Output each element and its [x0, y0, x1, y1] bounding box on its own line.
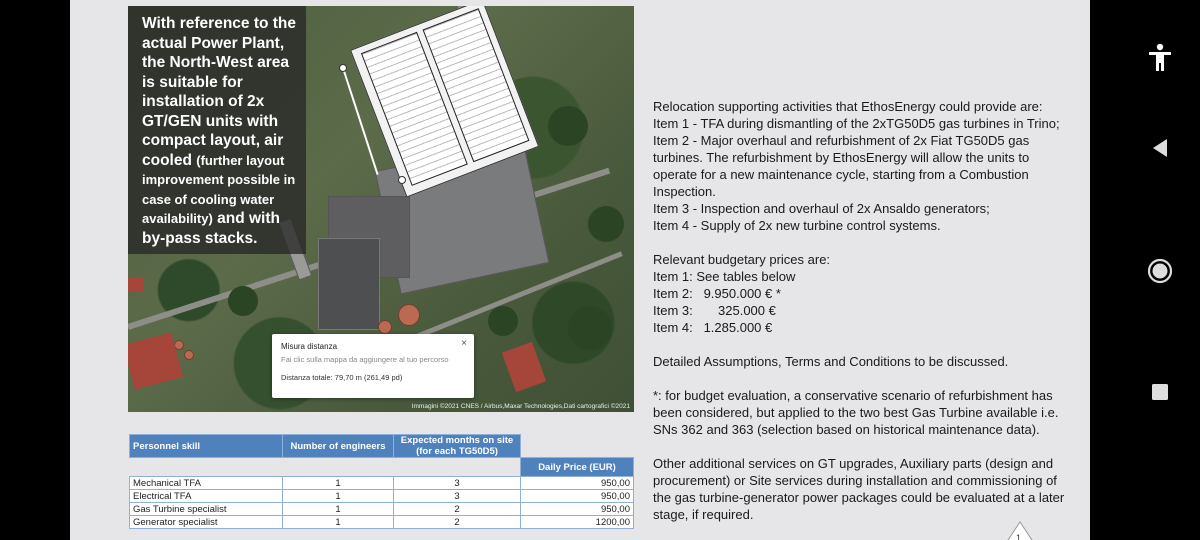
- desc-assumptions: Detailed Assumptions, Terms and Conditio…: [653, 354, 1009, 369]
- overlay-text-main: With reference to the actual Power Plant…: [142, 15, 297, 169]
- measure-distance-popup: × Misura distanza Fai clic sulla mappa d…: [272, 334, 474, 398]
- measure-popup-title: Misura distanza: [281, 342, 338, 351]
- table-header: Expected months on site (for each TG50D5…: [393, 434, 521, 458]
- back-button[interactable]: [1120, 134, 1200, 162]
- table-header: Personnel skill: [129, 434, 283, 458]
- desc-footnote: *: for budget evaluation, a conservative…: [653, 388, 1059, 437]
- desc-price1: Item 1: See tables below: [653, 269, 796, 284]
- accessibility-icon: [1149, 43, 1171, 71]
- table-cell: 1200,00: [520, 515, 634, 529]
- page-number-badge: 1: [1000, 520, 1040, 540]
- measure-popup-hint: Fai clic sulla mappa da aggiungere al tu…: [281, 355, 449, 364]
- desc-prices-title: Relevant budgetary prices are:: [653, 252, 831, 267]
- measure-point-start[interactable]: [339, 64, 347, 72]
- map-credit: Immagini ©2021 CNES / Airbus,Maxar Techn…: [411, 403, 630, 410]
- personnel-table: Personnel skill Number of engineers Expe…: [129, 434, 634, 529]
- table-cell: 1: [282, 476, 394, 490]
- accessibility-button[interactable]: [1120, 40, 1200, 76]
- table-cell: 950,00: [520, 476, 634, 490]
- table-row: Mechanical TFA 1 3 950,00: [129, 476, 634, 490]
- table-row: Generator specialist 1 2 1200,00: [129, 515, 634, 529]
- desc-price3: Item 3: 325.000 €: [653, 303, 776, 318]
- table-cell: Mechanical TFA: [129, 476, 283, 490]
- document-viewer: With reference to the actual Power Plant…: [0, 0, 1120, 540]
- desc-price2: Item 2: 9.950.000 € *: [653, 286, 781, 301]
- table-cell: 2: [393, 502, 521, 516]
- recents-icon: [1152, 384, 1168, 400]
- table-cell: 2: [393, 515, 521, 529]
- table-header: Daily Price (EUR): [520, 457, 634, 477]
- table-row: Electrical TFA 1 3 950,00: [129, 489, 634, 503]
- home-icon: [1147, 258, 1173, 284]
- table-cell: 3: [393, 476, 521, 490]
- desc-price4: Item 4: 1.285.000 €: [653, 320, 773, 335]
- home-button[interactable]: [1120, 254, 1200, 288]
- table-cell: 1: [282, 489, 394, 503]
- slide-page: With reference to the actual Power Plant…: [70, 0, 1090, 540]
- table-cell: 950,00: [520, 489, 634, 503]
- table-cell: 950,00: [520, 502, 634, 516]
- table-cell: Electrical TFA: [129, 489, 283, 503]
- page-number: 1: [1016, 533, 1022, 540]
- desc-item2: Item 2 - Major overhaul and refurbishmen…: [653, 133, 1030, 199]
- table-cell: Gas Turbine specialist: [129, 502, 283, 516]
- measure-popup-total: Distanza totale: 79,70 m (261,49 pd): [281, 373, 403, 382]
- measure-point-end[interactable]: [398, 176, 406, 184]
- back-icon: [1153, 139, 1167, 157]
- table-row: Gas Turbine specialist 1 2 950,00: [129, 502, 634, 516]
- close-icon[interactable]: ×: [461, 338, 467, 349]
- desc-item1: Item 1 - TFA during dismantling of the 2…: [653, 116, 1060, 131]
- desc-item3: Item 3 - Inspection and overhaul of 2x A…: [653, 201, 990, 216]
- table-cell: 1: [282, 502, 394, 516]
- description-text: Relocation supporting activities that Et…: [653, 98, 1073, 523]
- desc-item4: Item 4 - Supply of 2x new turbine contro…: [653, 218, 941, 233]
- table-header: Number of engineers: [282, 434, 394, 458]
- table-cell: 1: [282, 515, 394, 529]
- aerial-map-image[interactable]: With reference to the actual Power Plant…: [128, 6, 634, 412]
- android-nav-bar: [1120, 0, 1200, 540]
- table-cell: 3: [393, 489, 521, 503]
- table-cell: Generator specialist: [129, 515, 283, 529]
- recents-button[interactable]: [1120, 378, 1200, 406]
- desc-other: Other additional services on GT upgrades…: [653, 456, 1065, 522]
- overlay-text-box: With reference to the actual Power Plant…: [128, 6, 306, 254]
- desc-intro: Relocation supporting activities that Et…: [653, 99, 1043, 114]
